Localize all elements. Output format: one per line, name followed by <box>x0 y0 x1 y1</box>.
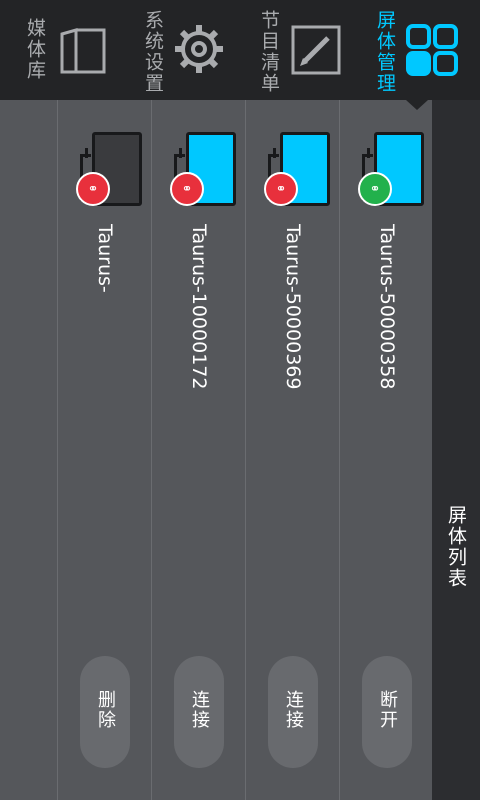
nav-media-library[interactable]: 媒体库 <box>8 0 126 100</box>
disconnect-button[interactable]: 断开 <box>362 656 412 768</box>
nav-label-program-list: 节目清单 <box>258 10 280 94</box>
screen-device-icon: ⚭ <box>170 128 244 208</box>
device-name: Taurus-50000369 <box>282 224 304 390</box>
device-item[interactable]: ⚭ Taurus-50000369 连接 <box>246 100 340 800</box>
grid-icon <box>406 24 458 76</box>
device-item[interactable]: ⚭ Taurus-10000172 连接 <box>152 100 246 800</box>
device-name: Taurus- <box>94 224 116 293</box>
delete-button[interactable]: 删除 <box>80 656 130 768</box>
screen-device-icon: ⚭ <box>76 128 150 208</box>
connect-button[interactable]: 连接 <box>268 656 318 768</box>
screen-list-title: 屏体列表 <box>445 505 467 589</box>
device-item[interactable]: ⚭ Taurus- 删除 <box>58 100 152 800</box>
device-name: Taurus-50000358 <box>376 224 398 390</box>
gear-icon <box>175 25 223 73</box>
screen-device-icon: ⚭ <box>264 128 338 208</box>
nav-program-list[interactable]: 节目清单 <box>244 0 362 100</box>
link-broken-icon: ⚭ <box>264 172 298 206</box>
nav-label-media-library: 媒体库 <box>24 18 46 81</box>
folder-icon <box>60 28 106 74</box>
device-item[interactable]: ⚭ Taurus-50000358 断开 <box>340 100 434 800</box>
top-nav-bar: 屏体管理 节目清单 系统设置 媒体库 <box>0 0 480 100</box>
edit-icon <box>291 25 341 75</box>
link-broken-icon: ⚭ <box>76 172 110 206</box>
screen-list-panel-strip: 屏体列表 <box>432 100 480 800</box>
nav-screen-management[interactable]: 屏体管理 <box>362 0 480 100</box>
nav-label-screen-management: 屏体管理 <box>374 10 396 94</box>
link-connected-icon: ⚭ <box>358 172 392 206</box>
link-broken-icon: ⚭ <box>170 172 204 206</box>
device-name: Taurus-10000172 <box>188 224 210 390</box>
connect-button[interactable]: 连接 <box>174 656 224 768</box>
nav-label-system-settings: 系统设置 <box>142 10 164 94</box>
nav-system-settings[interactable]: 系统设置 <box>126 0 244 100</box>
screen-device-icon: ⚭ <box>358 128 432 208</box>
